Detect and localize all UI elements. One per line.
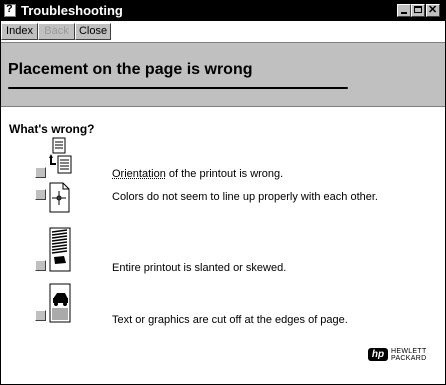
orientation-link[interactable]: Orientation — [112, 168, 166, 180]
help-app-icon[interactable]: ? — [4, 3, 16, 17]
minimize-button[interactable] — [397, 4, 411, 17]
topic-header: Placement on the page is wrong — [1, 42, 445, 107]
title-bar[interactable]: ? Troubleshooting ✕ — [1, 1, 445, 21]
list-item-cutoff: Text or graphics are cut off at the edge… — [1, 283, 445, 333]
item-button[interactable] — [35, 189, 46, 200]
hp-logo-mark: hp — [368, 348, 388, 361]
item-button[interactable] — [35, 310, 46, 321]
close-icon: ✕ — [428, 4, 438, 16]
help-window: ? Troubleshooting ✕ Index Back Close Pla… — [0, 0, 446, 385]
help-button-bar: Index Back Close — [1, 22, 445, 41]
item-label: of the printout is wrong. — [165, 168, 284, 180]
title-underline — [8, 87, 348, 89]
list-item-orientation: Orientation of the printout is wrong. — [1, 137, 445, 187]
maximize-button[interactable] — [411, 4, 425, 17]
index-button[interactable]: Index — [1, 23, 38, 40]
registration-page-icon — [49, 182, 70, 213]
page-title: Placement on the page is wrong — [8, 61, 253, 78]
orientation-icon — [49, 137, 72, 174]
cutoff-page-icon — [49, 283, 71, 323]
hp-logo-text: HEWLETT PACKARD — [391, 348, 427, 362]
maximize-icon — [414, 6, 422, 13]
close-button[interactable]: Close — [75, 23, 111, 40]
skewed-page-icon — [49, 227, 71, 272]
item-label: Text or graphics are cut off at the edge… — [112, 314, 348, 326]
item-button[interactable] — [35, 167, 46, 178]
hp-logo-line1: HEWLETT — [391, 348, 427, 355]
minimize-icon — [401, 12, 407, 14]
hp-logo: hp HEWLETT PACKARD — [368, 348, 436, 362]
window-title: Troubleshooting — [21, 3, 123, 18]
back-button[interactable]: Back — [38, 23, 75, 40]
item-text: Orientation of the printout is wrong. — [112, 168, 283, 180]
section-heading: What's wrong? — [9, 122, 95, 136]
item-label: Entire printout is slanted or skewed. — [112, 262, 287, 274]
window-close-button[interactable]: ✕ — [426, 4, 440, 17]
hp-logo-line2: PACKARD — [391, 355, 427, 362]
item-button[interactable] — [35, 260, 46, 271]
item-label: Colors do not seem to line up properly w… — [112, 191, 378, 203]
list-item-skewed: Entire printout is slanted or skewed. — [1, 227, 445, 283]
